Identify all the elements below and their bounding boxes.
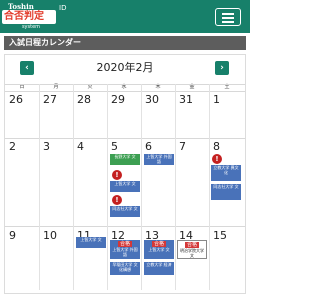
logo-id-text: ID (59, 4, 67, 12)
event-chip[interactable]: 立教大学 経済 (144, 262, 174, 275)
day-cell-date[interactable]: 9 (9, 230, 16, 242)
event-chip[interactable]: 合格 上智大学 文 (144, 240, 174, 259)
month-title: 2020年2月 (96, 61, 154, 74)
day-cell-date[interactable]: 2 (9, 141, 16, 153)
day-cell-date[interactable]: 31 (179, 94, 193, 106)
day-cell-date[interactable]: 29 (111, 94, 125, 106)
grid-line (107, 84, 108, 290)
event-chip[interactable]: 立教大学 異文化 (211, 165, 241, 181)
event-chip[interactable]: 上智大学 文 (110, 181, 140, 192)
event-chip[interactable]: 上智大学 文 (76, 237, 106, 248)
weekday-sat: 土 (224, 84, 230, 90)
day-cell-date[interactable]: 26 (9, 94, 23, 106)
hamburger-menu-icon[interactable] (215, 8, 241, 26)
day-cell-date[interactable]: 10 (43, 230, 57, 242)
event-label: 上智大学 文 (148, 247, 170, 252)
day-cell-date[interactable]: 7 (179, 141, 186, 153)
day-cell-date[interactable]: 30 (145, 94, 159, 106)
grid-line (175, 84, 176, 290)
event-chip[interactable]: 上智大学 外国語 (144, 154, 174, 165)
grid-line (73, 84, 74, 290)
alert-icon: ! (212, 154, 222, 164)
event-chip[interactable]: 同志社大学 文 (211, 184, 241, 200)
weekday-wed: 水 (121, 84, 127, 90)
event-label: 上智大学 外国語 (112, 247, 138, 257)
next-month-button[interactable]: › (215, 61, 229, 75)
day-cell-date[interactable]: 27 (43, 94, 57, 106)
day-cell-date[interactable]: 3 (43, 141, 50, 153)
day-cell-date[interactable]: 1 (213, 94, 220, 106)
weekday-thu: 木 (155, 84, 161, 90)
page-title: 入試日程カレンダー (4, 36, 246, 50)
grid-line (141, 84, 142, 290)
event-label: 明治学院大学 文 (180, 248, 204, 258)
event-chip[interactable]: 合格 明治学院大学 文 (177, 240, 207, 259)
grid-line (209, 84, 210, 290)
event-chip[interactable]: 長野大学 文 (110, 154, 140, 165)
weekday-sun: 日 (19, 84, 25, 90)
toshin-logo[interactable]: Toshin 合否判定 ID system (2, 2, 66, 31)
day-cell-date[interactable]: 8 (213, 141, 220, 153)
weekday-fri: 金 (189, 84, 195, 90)
grid-line (39, 84, 40, 290)
day-cell-date[interactable]: 5 (111, 141, 118, 153)
day-cell-date[interactable]: 4 (77, 141, 84, 153)
logo-badge: 合否判定 (2, 10, 56, 24)
alert-icon: ! (112, 170, 122, 180)
event-chip[interactable]: 合格 上智大学 外国語 (110, 240, 140, 259)
weekday-mon: 月 (53, 84, 59, 90)
day-cell-date[interactable]: 6 (145, 141, 152, 153)
alert-icon: ! (112, 195, 122, 205)
logo-system-text: system (21, 24, 41, 30)
app-bar: Toshin 合否判定 ID system (0, 0, 250, 33)
day-cell-date[interactable]: 28 (77, 94, 91, 106)
event-chip[interactable]: 早稲田大学 文化構想 (110, 262, 140, 275)
logo-title: 合否判定 (4, 11, 44, 22)
event-chip[interactable]: 同志社大学 文 (110, 206, 140, 217)
weekday-tue: 火 (87, 84, 93, 90)
prev-month-button[interactable]: ‹ (20, 61, 34, 75)
day-cell-date[interactable]: 15 (213, 230, 227, 242)
